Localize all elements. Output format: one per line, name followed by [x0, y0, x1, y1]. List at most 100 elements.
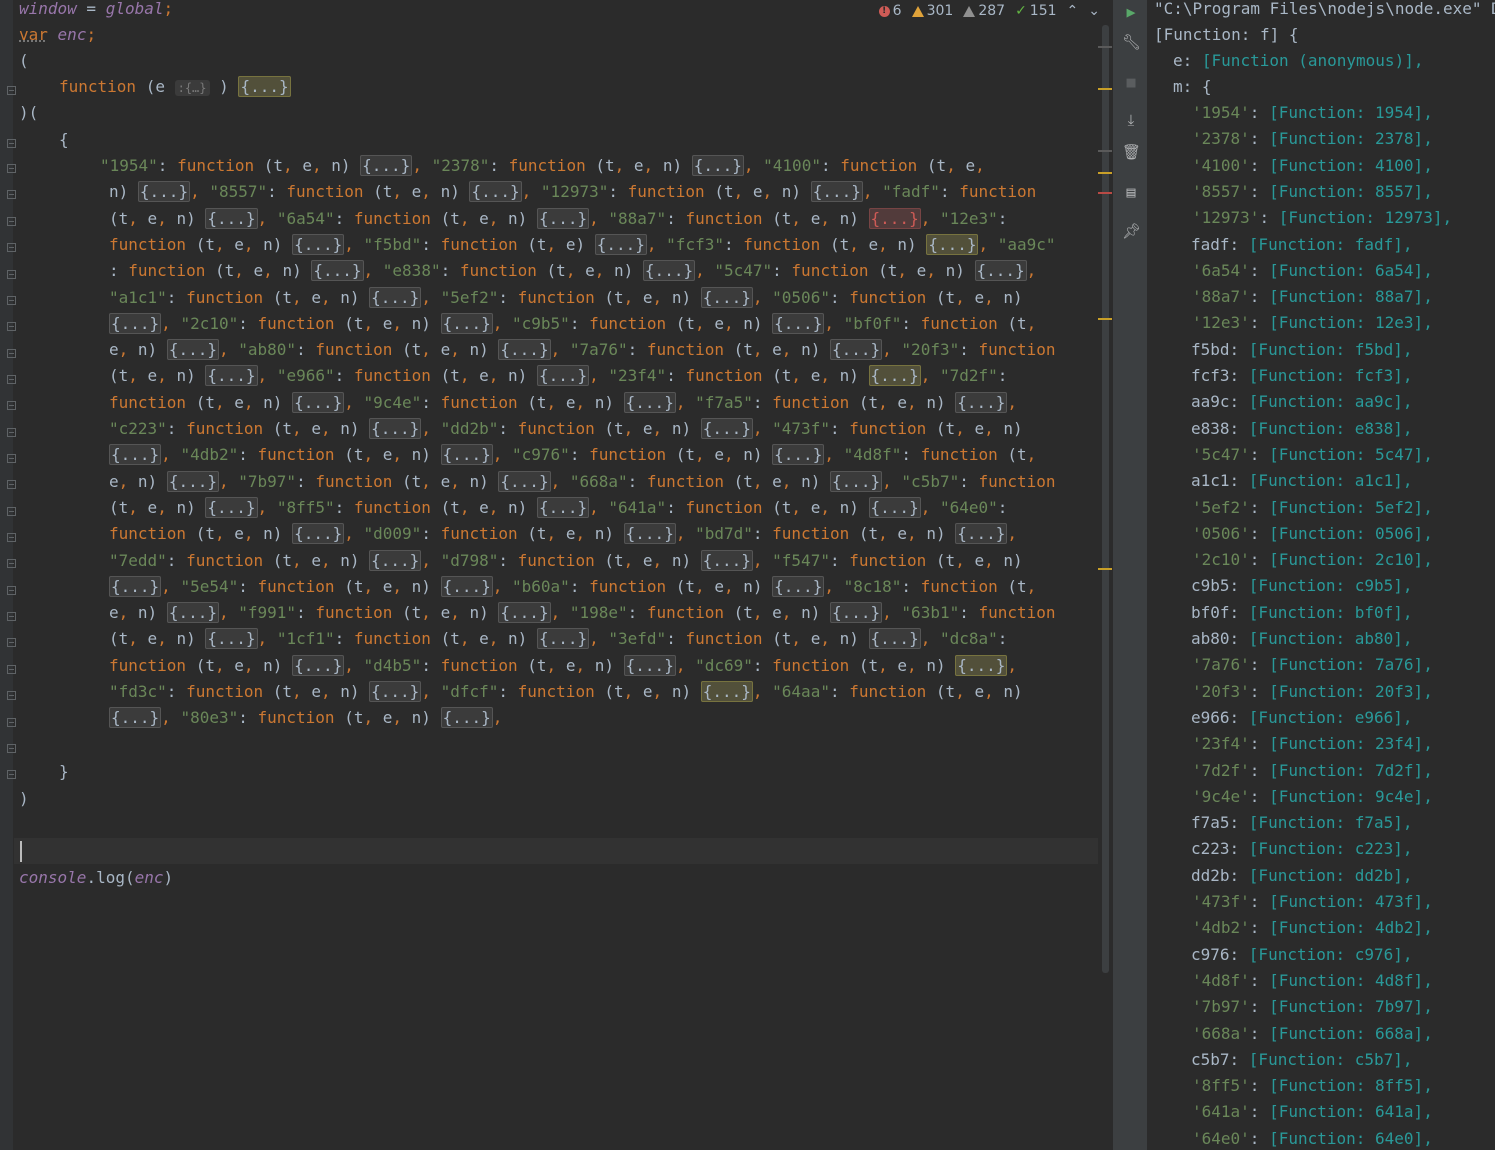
code-token: e,	[643, 682, 672, 701]
pin-icon[interactable]: 📌︎	[1122, 222, 1141, 240]
run-icon[interactable]: ▶	[1122, 3, 1140, 21]
fold-placeholder[interactable]: {...}	[810, 181, 863, 203]
fold-placeholder[interactable]: {...}	[292, 391, 345, 413]
fold-placeholder[interactable]: {...}	[536, 207, 590, 229]
editor-scrollbar[interactable]	[1098, 0, 1113, 1150]
layout-icon[interactable]: ▤	[1122, 183, 1140, 201]
fold-placeholder[interactable]: {...}	[440, 312, 493, 334]
fold-placeholder[interactable]: {...}	[498, 470, 551, 492]
code-token: ,	[675, 524, 696, 544]
param-token: e	[479, 629, 489, 649]
code-editor[interactable]: window = global; var enc; ( function (e …	[14, 0, 1098, 1150]
code-token: :	[627, 340, 647, 360]
code-token: e,	[383, 577, 412, 596]
fold-placeholder[interactable]: {...}	[292, 654, 345, 676]
console-key: e838	[1191, 418, 1230, 438]
fold-placeholder[interactable]: {...}	[369, 549, 422, 571]
fold-placeholder[interactable]: {...}	[498, 339, 551, 361]
fold-placeholder[interactable]: {...}	[772, 444, 825, 466]
scroll-to-end-icon[interactable]: ⤓	[1122, 111, 1140, 129]
fold-placeholder[interactable]: {...}	[829, 602, 883, 624]
fold-placeholder[interactable]: {...}	[440, 444, 493, 466]
function-keyword: function	[849, 550, 927, 570]
fold-placeholder[interactable]: {...}	[955, 523, 1008, 545]
warnings-indicator[interactable]: 301	[911, 0, 953, 22]
fold-placeholder[interactable]: {...}	[623, 654, 676, 676]
console-key: e966	[1191, 707, 1230, 727]
fold-placeholder[interactable]: {...}	[536, 496, 590, 518]
function-keyword: function	[353, 497, 431, 517]
wrench-icon[interactable]: 🔧︎	[1122, 33, 1141, 51]
fold-placeholder[interactable]: {...}	[691, 155, 744, 176]
fold-placeholder[interactable]: {...}	[440, 707, 493, 729]
fold-placeholder[interactable]: {...}	[166, 339, 219, 361]
fold-placeholder[interactable]: {...}	[440, 575, 493, 597]
fold-placeholder[interactable]: {...}	[292, 233, 345, 255]
fold-placeholder[interactable]: {...}	[166, 602, 219, 624]
console-key: '8557'	[1192, 181, 1250, 201]
code-token: n)	[412, 445, 441, 464]
param-token: e	[714, 313, 724, 333]
function-keyword: function	[186, 682, 264, 701]
code-token: (t,	[441, 366, 480, 385]
prev-problem-button[interactable]: ⌃	[1067, 0, 1079, 22]
param-token	[460, 603, 470, 622]
console-e-line: e: [Function (anonymous)],	[1173, 48, 1423, 74]
fold-placeholder[interactable]: {...}	[926, 233, 979, 255]
fold-placeholder[interactable]: {...}	[700, 549, 753, 571]
fold-placeholder[interactable]: {...}	[868, 365, 921, 387]
fold-placeholder[interactable]: {...}	[974, 260, 1027, 282]
errors-indicator[interactable]: ! 6	[878, 0, 902, 22]
fold-placeholder[interactable]: {...}	[772, 312, 825, 334]
fold-placeholder[interactable]: {...}	[955, 654, 1008, 676]
fold-placeholder[interactable]: {...}	[369, 418, 422, 439]
param-token	[331, 551, 341, 570]
fold-placeholder[interactable]: {...}	[205, 207, 258, 229]
fold-placeholder[interactable]: {...}	[369, 681, 422, 702]
param-token	[763, 603, 773, 622]
fold-placeholder[interactable]: {...}	[700, 681, 753, 702]
fold-placeholder[interactable]: {...}	[469, 181, 522, 203]
fold-placeholder[interactable]: {...}	[205, 365, 258, 387]
fold-placeholder[interactable]: {...}	[137, 181, 191, 203]
fold-placeholder[interactable]: {...}	[292, 523, 345, 545]
fold-placeholder[interactable]: {...}	[109, 312, 162, 334]
fold-placeholder[interactable]: {...}	[868, 496, 921, 518]
fold-placeholder[interactable]: {...}	[205, 496, 258, 518]
inspection-widget[interactable]: ! 6 301 287 ✓ 151 ⌃ ⌄	[872, 0, 1100, 22]
fold-placeholder[interactable]: {...}	[205, 628, 258, 650]
fold-placeholder[interactable]: {...}	[594, 233, 647, 255]
fold-placeholder[interactable]: {...}	[360, 155, 413, 176]
param-token: n)	[331, 156, 361, 175]
stop-icon[interactable]: ■	[1122, 73, 1140, 91]
trash-icon[interactable]: 🗑︎	[1122, 143, 1141, 161]
scrollbar-thumb[interactable]	[1102, 25, 1109, 973]
fold-placeholder[interactable]: {...}	[868, 207, 921, 229]
fold-placeholder[interactable]: {...}	[166, 470, 219, 492]
param-token: n)	[671, 682, 701, 701]
ok-indicator[interactable]: ✓ 151	[1015, 0, 1056, 22]
fold-placeholder[interactable]: {...}	[829, 470, 883, 492]
weak-warnings-indicator[interactable]: 287	[963, 0, 1005, 22]
fold-placeholder[interactable]: {...}	[238, 76, 291, 97]
fold-placeholder[interactable]: {...}	[623, 523, 676, 545]
fold-placeholder[interactable]: {...}	[311, 260, 364, 282]
fold-placeholder[interactable]: {...}	[536, 365, 590, 387]
code-token	[392, 340, 402, 359]
fold-placeholder[interactable]: {...}	[109, 444, 162, 466]
fold-placeholder[interactable]: {...}	[868, 628, 921, 650]
fold-placeholder[interactable]: {...}	[700, 418, 753, 439]
fold-placeholder[interactable]: {...}	[829, 339, 883, 361]
param-token	[431, 366, 441, 385]
fold-placeholder[interactable]: {...}	[700, 286, 753, 308]
run-console-output[interactable]: "C:\Program Files\nodejs\node.exe" D [Fu…	[1147, 0, 1495, 1150]
fold-placeholder[interactable]: {...}	[369, 286, 422, 308]
fold-placeholder[interactable]: {...}	[536, 628, 590, 650]
fold-placeholder[interactable]: {...}	[109, 575, 162, 597]
fold-placeholder[interactable]: {...}	[498, 602, 551, 624]
fold-placeholder[interactable]: {...}	[623, 391, 676, 413]
fold-placeholder[interactable]: {...}	[955, 391, 1008, 413]
fold-placeholder[interactable]: {...}	[109, 707, 162, 729]
fold-placeholder[interactable]: {...}	[642, 260, 696, 282]
fold-placeholder[interactable]: {...}	[772, 575, 825, 597]
